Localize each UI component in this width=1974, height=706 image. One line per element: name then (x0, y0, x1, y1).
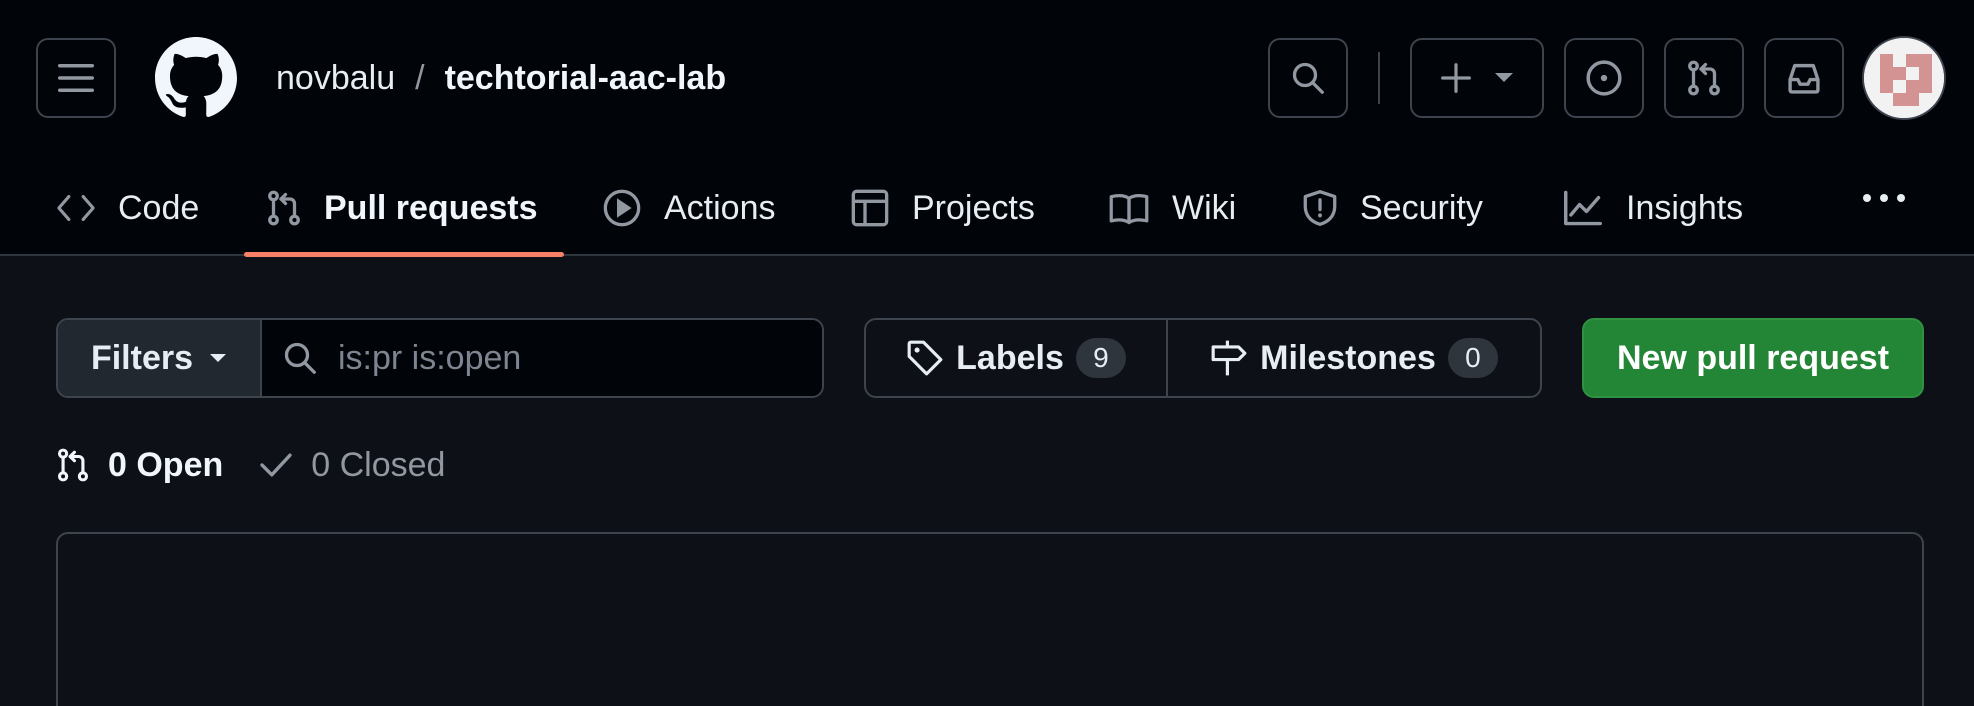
triangle-down-icon (210, 354, 227, 362)
tab-code[interactable]: Code (56, 160, 199, 256)
selected-tab-indicator (244, 252, 564, 257)
tab-pull-requests[interactable]: Pull requests (266, 160, 538, 256)
milestones-label: Milestones (1260, 338, 1436, 377)
issue-opened-icon (1586, 60, 1622, 96)
new-pull-request-button[interactable]: New pull request (1582, 318, 1924, 398)
tab-security[interactable]: Security (1302, 160, 1483, 256)
tab-label: Pull requests (324, 188, 538, 227)
filter-search-group: Filters (56, 318, 824, 398)
triangle-down-icon (1495, 73, 1513, 82)
tab-label: Actions (664, 188, 776, 227)
milestones-count-badge: 0 (1447, 338, 1498, 378)
open-prs-link[interactable]: 0 Open (56, 446, 223, 485)
table-icon (851, 189, 889, 227)
tab-label: Insights (1626, 188, 1744, 227)
tab-label: Projects (912, 188, 1035, 227)
pull-requests-list (56, 532, 1924, 706)
closed-count-label: 0 Closed (311, 445, 446, 484)
inbox-icon (1788, 63, 1820, 94)
pr-state-toggle: 0 Open 0 Closed (56, 440, 445, 490)
pull-requests-button[interactable] (1664, 38, 1744, 118)
labels-milestones-group: Labels 9 Milestones 0 (864, 318, 1542, 398)
breadcrumb: novbalu / techtorial-aac-lab (276, 56, 726, 100)
book-icon (1109, 194, 1149, 225)
kebab-horizontal-icon (1863, 194, 1905, 202)
filters-label: Filters (90, 338, 194, 377)
tab-insights[interactable]: Insights (1562, 160, 1743, 256)
labels-count-badge: 9 (1075, 338, 1126, 378)
graph-icon (1564, 190, 1602, 226)
breadcrumb-separator: / (415, 58, 425, 97)
create-new-button[interactable] (1410, 38, 1544, 118)
identicon-icon (1864, 38, 1944, 118)
tab-wiki[interactable]: Wiki (1108, 160, 1236, 256)
tag-icon (907, 340, 943, 376)
git-pull-request-icon (1688, 60, 1720, 96)
search-button[interactable] (1268, 38, 1348, 118)
milestone-icon (1211, 340, 1247, 376)
shield-icon (1303, 190, 1337, 226)
issues-button[interactable] (1564, 38, 1644, 118)
menu-button[interactable] (36, 38, 116, 118)
tab-label: Code (118, 188, 200, 227)
tab-actions[interactable]: Actions (602, 160, 776, 256)
play-icon (603, 189, 641, 227)
hamburger-menu-icon (58, 64, 94, 92)
tab-projects[interactable]: Projects (850, 160, 1035, 256)
app-header: novbalu / techtorial-aac-lab Code Pull r… (0, 0, 1974, 257)
tab-label: Wiki (1172, 188, 1237, 227)
milestones-button[interactable]: Milestones 0 (1168, 320, 1540, 396)
search-icon (1292, 62, 1324, 94)
git-pull-request-icon (57, 448, 89, 482)
breadcrumb-repo-link[interactable]: techtorial-aac-lab (445, 59, 727, 98)
tab-label: Security (1360, 188, 1483, 227)
code-icon (57, 195, 95, 222)
labels-button[interactable]: Labels 9 (866, 320, 1168, 396)
inbox-button[interactable] (1764, 38, 1844, 118)
pr-search-input[interactable] (338, 338, 822, 378)
repo-nav: Code Pull requests Actions Projects Wiki… (0, 160, 1974, 257)
more-tabs-button[interactable] (1856, 170, 1912, 226)
closed-prs-link[interactable]: 0 Closed (259, 446, 445, 485)
open-count-label: 0 Open (108, 445, 224, 484)
user-avatar[interactable] (1862, 36, 1946, 120)
breadcrumb-owner-link[interactable]: novbalu (276, 59, 395, 98)
filters-dropdown-button[interactable]: Filters (58, 320, 262, 396)
plus-icon (1441, 63, 1471, 93)
pr-search-field (262, 320, 822, 396)
search-icon (284, 342, 316, 374)
header-divider (1378, 52, 1380, 104)
labels-label: Labels (956, 338, 1064, 377)
github-logo-icon[interactable] (155, 37, 237, 119)
check-icon (260, 453, 292, 477)
git-pull-request-icon (268, 190, 300, 226)
